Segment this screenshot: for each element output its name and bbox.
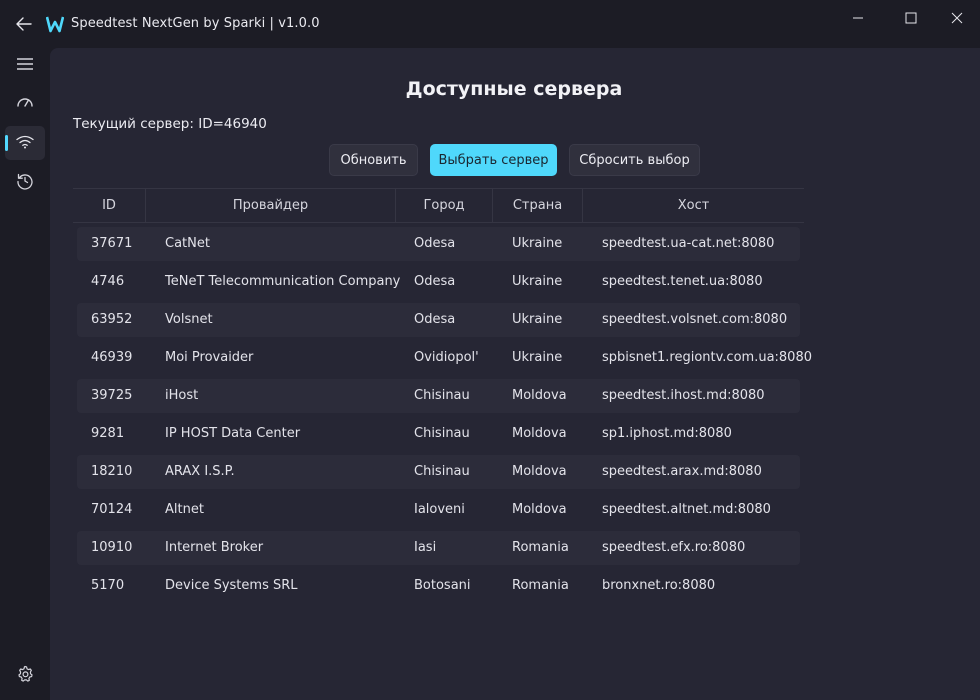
cell-country: Moldova bbox=[512, 388, 567, 403]
cell-city: Ialoveni bbox=[414, 502, 465, 517]
cell-id: 4746 bbox=[91, 274, 125, 289]
table-row[interactable]: 39725 iHost Chisinau Moldova speedtest.ihost… bbox=[77, 379, 800, 413]
sidebar-item-speedtest[interactable] bbox=[5, 86, 45, 120]
window-title: Speedtest NextGen by Sparki | v1.0.0 bbox=[71, 16, 320, 31]
column-header-country[interactable]: Страна bbox=[493, 189, 583, 222]
table-row[interactable]: 46939 Moi Provaider Ovidiopol' Ukraine spbis… bbox=[77, 341, 812, 375]
cell-country: Romania bbox=[512, 540, 569, 555]
cell-host: speedtest.altnet.md:8080 bbox=[602, 502, 771, 517]
maximize-icon[interactable] bbox=[888, 6, 934, 30]
column-header-provider[interactable]: Провайдер bbox=[146, 189, 396, 222]
close-icon[interactable] bbox=[934, 6, 980, 30]
cell-host: speedtest.ihost.md:8080 bbox=[602, 388, 765, 403]
cell-provider: Altnet bbox=[165, 502, 204, 517]
table-row[interactable]: 18210 ARAX I.S.P. Chisinau Moldova speedtest… bbox=[77, 455, 800, 489]
gear-icon bbox=[16, 665, 34, 687]
cell-country: Ukraine bbox=[512, 236, 563, 251]
cell-id: 63952 bbox=[91, 312, 133, 327]
cell-city: Odesa bbox=[414, 274, 456, 289]
cell-country: Ukraine bbox=[512, 312, 563, 327]
cell-country: Ukraine bbox=[512, 350, 563, 365]
reset-selection-button[interactable]: Сбросить выбор bbox=[569, 144, 700, 176]
speedometer-icon bbox=[16, 94, 34, 113]
cell-provider: TeNeT Telecommunication Company bbox=[165, 274, 401, 289]
cell-id: 37671 bbox=[91, 236, 133, 251]
cell-provider: ARAX I.S.P. bbox=[165, 464, 235, 479]
table-header: ID Провайдер Город Страна Хост bbox=[73, 188, 804, 223]
sidebar-item-settings[interactable] bbox=[5, 659, 45, 693]
main-panel: Доступные сервера Текущий сервер: ID=469… bbox=[50, 48, 980, 700]
cell-id: 70124 bbox=[91, 502, 133, 517]
cell-city: Chisinau bbox=[414, 426, 470, 441]
sidebar-item-menu[interactable] bbox=[5, 48, 45, 82]
table-row[interactable]: 5170 Device Systems SRL Botosani Romania bro… bbox=[77, 569, 800, 603]
cell-country: Moldova bbox=[512, 502, 567, 517]
current-server-label: Текущий сервер: ID=46940 bbox=[73, 116, 267, 132]
cell-provider: Volsnet bbox=[165, 312, 213, 327]
wifi-icon bbox=[16, 134, 34, 153]
cell-host: speedtest.ua-cat.net:8080 bbox=[602, 236, 775, 251]
table-row[interactable]: 63952 Volsnet Odesa Ukraine speedtest.volsne… bbox=[77, 303, 800, 337]
cell-country: Moldova bbox=[512, 464, 567, 479]
select-server-button[interactable]: Выбрать сервер bbox=[430, 144, 557, 176]
page-title: Доступные сервера bbox=[405, 78, 623, 100]
cell-id: 46939 bbox=[91, 350, 133, 365]
table-row[interactable]: 37671 CatNet Odesa Ukraine speedtest.ua-cat.… bbox=[77, 227, 800, 261]
minimize-icon[interactable] bbox=[835, 6, 881, 30]
column-header-city[interactable]: Город bbox=[396, 189, 493, 222]
cell-provider: iHost bbox=[165, 388, 199, 403]
cell-city: Chisinau bbox=[414, 388, 470, 403]
refresh-button[interactable]: Обновить bbox=[329, 144, 418, 176]
cell-id: 5170 bbox=[91, 578, 125, 593]
app-logo-icon bbox=[45, 15, 65, 33]
table-row[interactable]: 9281 IP HOST Data Center Chisinau Moldova sp… bbox=[77, 417, 800, 451]
cell-provider: CatNet bbox=[165, 236, 210, 251]
cell-city: Odesa bbox=[414, 236, 456, 251]
cell-city: Botosani bbox=[414, 578, 471, 593]
cell-city: Odesa bbox=[414, 312, 456, 327]
cell-host: speedtest.tenet.ua:8080 bbox=[602, 274, 763, 289]
column-header-id[interactable]: ID bbox=[73, 189, 146, 222]
cell-id: 9281 bbox=[91, 426, 125, 441]
sidebar-item-servers[interactable] bbox=[5, 126, 45, 160]
table-row[interactable]: 4746 TeNeT Telecommunication Company Odesa… bbox=[77, 265, 800, 299]
cell-provider: Device Systems SRL bbox=[165, 578, 298, 593]
history-icon bbox=[16, 172, 34, 194]
active-indicator bbox=[5, 135, 8, 151]
back-arrow-icon[interactable] bbox=[12, 12, 36, 36]
cell-country: Ukraine bbox=[512, 274, 563, 289]
cell-host: sp1.iphost.md:8080 bbox=[602, 426, 732, 441]
cell-host: speedtest.volsnet.com:8080 bbox=[602, 312, 788, 327]
sidebar-item-history[interactable] bbox=[5, 166, 45, 200]
title-bar: Speedtest NextGen by Sparki | v1.0.0 bbox=[0, 0, 980, 48]
cell-city: Iasi bbox=[414, 540, 437, 555]
cell-id: 10910 bbox=[91, 540, 133, 555]
cell-country: Moldova bbox=[512, 426, 567, 441]
cell-host: speedtest.arax.md:8080 bbox=[602, 464, 762, 479]
sidebar bbox=[0, 48, 50, 700]
cell-country: Romania bbox=[512, 578, 569, 593]
table-row[interactable]: 70124 Altnet Ialoveni Moldova speedtest.altn… bbox=[77, 493, 800, 527]
hamburger-icon bbox=[17, 56, 33, 75]
cell-city: Ovidiopol' bbox=[414, 350, 479, 365]
cell-id: 18210 bbox=[91, 464, 133, 479]
cell-host: spbisnet1.regiontv.com.ua:8080 bbox=[602, 350, 812, 365]
servers-table: ID Провайдер Город Страна Хост 37671 CatN… bbox=[73, 188, 812, 593]
cell-id: 39725 bbox=[91, 388, 133, 403]
cell-city: Chisinau bbox=[414, 464, 470, 479]
cell-provider: Moi Provaider bbox=[165, 350, 254, 365]
table-row[interactable]: 10910 Internet Broker Iasi Romania speedtest… bbox=[77, 531, 800, 565]
cell-provider: Internet Broker bbox=[165, 540, 264, 555]
column-header-host[interactable]: Хост bbox=[583, 189, 804, 222]
cell-host: speedtest.efx.ro:8080 bbox=[602, 540, 746, 555]
cell-provider: IP HOST Data Center bbox=[165, 426, 301, 441]
cell-host: bronxnet.ro:8080 bbox=[602, 578, 716, 593]
